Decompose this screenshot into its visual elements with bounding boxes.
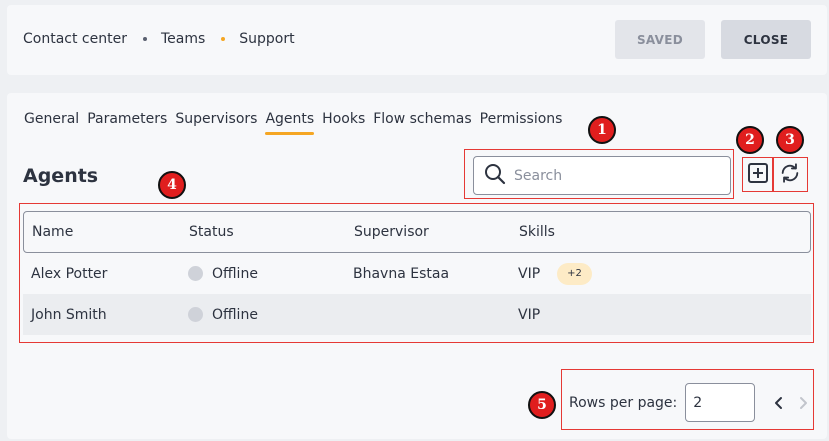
team-detail-panel: General Parameters Supervisors Agents Ho… [7, 93, 827, 439]
rows-per-page-input[interactable] [685, 383, 756, 422]
breadcrumb-separator [142, 37, 147, 41]
section-title: Agents [23, 165, 99, 187]
search-input[interactable] [514, 167, 714, 184]
agents-table: Name Status Supervisor Skills Alex Potte… [23, 211, 811, 335]
breadcrumb-contact-center[interactable]: Contact center [23, 31, 127, 47]
annotation-marker: 2 [736, 126, 764, 154]
annotation-marker: 4 [158, 171, 186, 199]
agent-skill: VIP [518, 265, 541, 282]
tab-permissions[interactable]: Permissions [480, 111, 563, 135]
breadcrumb-teams[interactable]: Teams [161, 31, 205, 47]
saved-button[interactable]: SAVED [615, 20, 705, 59]
table-row[interactable]: Alex Potter Offline Bhavna Estaa VIP +2 [23, 253, 811, 294]
agent-status: Offline [212, 265, 258, 282]
agent-skills-cell: VIP +2 [518, 262, 592, 285]
agent-skills-cell: VIP [518, 307, 540, 323]
more-skills-badge[interactable]: +2 [557, 262, 592, 285]
refresh-button[interactable] [778, 163, 802, 187]
breadcrumb-separator [221, 37, 226, 41]
agent-name: Alex Potter [31, 265, 108, 282]
tab-flow-schemas[interactable]: Flow schemas [373, 111, 471, 135]
close-button[interactable]: CLOSE [721, 20, 811, 59]
table-row[interactable]: John Smith Offline VIP [23, 294, 811, 335]
annotation-marker: 5 [528, 391, 556, 419]
rows-per-page-label: Rows per page: [569, 394, 678, 411]
agent-skill: VIP [518, 306, 541, 323]
add-agent-button[interactable] [746, 163, 770, 187]
chevron-right-icon [800, 396, 808, 409]
tab-parameters[interactable]: Parameters [87, 111, 167, 135]
breadcrumb: Contact center Teams Support [23, 31, 295, 47]
breadcrumb-support: Support [239, 31, 295, 47]
pagination: Rows per page: [569, 383, 813, 422]
agent-name: John Smith [31, 306, 107, 323]
add-icon [748, 163, 768, 187]
search-box[interactable] [473, 156, 731, 195]
agent-status-cell: Offline [188, 266, 353, 282]
tab-general[interactable]: General [24, 111, 79, 135]
table-header: Name Status Supervisor Skills [23, 211, 811, 253]
column-header-supervisor[interactable]: Supervisor [354, 224, 519, 240]
column-header-name[interactable]: Name [24, 224, 189, 240]
next-page-button[interactable] [793, 393, 813, 413]
annotation-marker: 1 [588, 116, 616, 144]
refresh-icon [779, 162, 801, 188]
chevron-left-icon [775, 396, 783, 409]
tab-agents[interactable]: Agents [265, 111, 314, 135]
agent-status-cell: Offline [188, 307, 353, 323]
agent-supervisor: Bhavna Estaa [353, 265, 450, 282]
previous-page-button[interactable] [769, 393, 789, 413]
search-icon [484, 163, 506, 189]
header-bar: Contact center Teams Support SAVED CLOSE [7, 5, 827, 75]
tab-bar: General Parameters Supervisors Agents Ho… [24, 111, 570, 135]
annotation-marker: 3 [776, 126, 804, 154]
column-header-status[interactable]: Status [189, 224, 354, 240]
agent-status: Offline [212, 306, 258, 323]
status-indicator [188, 266, 203, 281]
tab-supervisors[interactable]: Supervisors [175, 111, 257, 135]
tab-hooks[interactable]: Hooks [322, 111, 365, 135]
status-indicator [188, 307, 203, 322]
column-header-skills[interactable]: Skills [519, 224, 555, 240]
